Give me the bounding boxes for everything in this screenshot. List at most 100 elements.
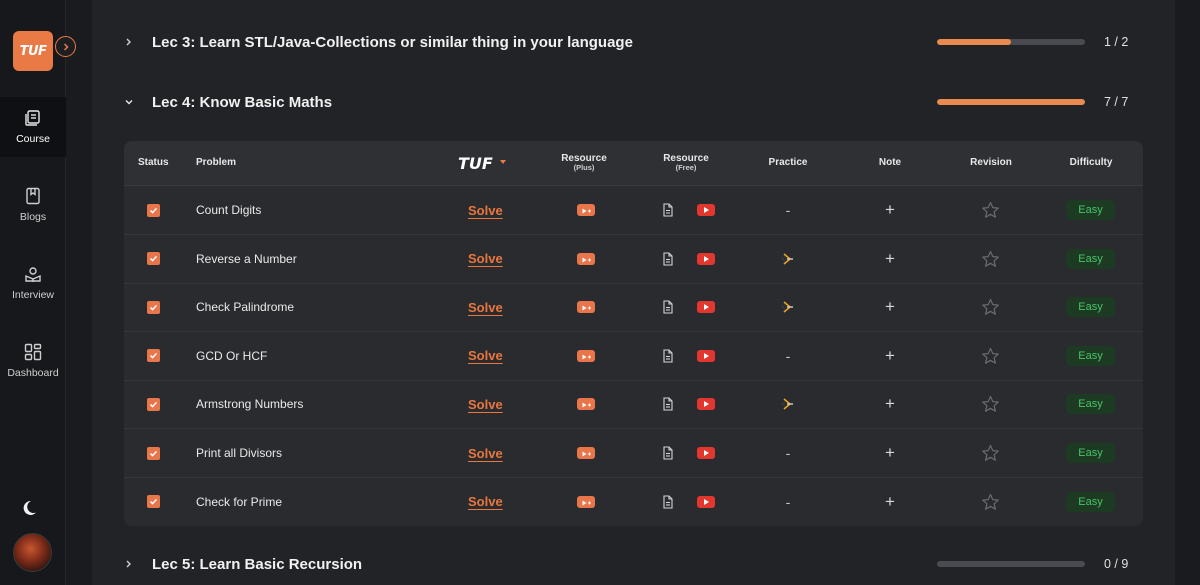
article-icon[interactable] bbox=[662, 300, 674, 314]
article-icon[interactable] bbox=[662, 397, 674, 411]
sidebar-item-label: Course bbox=[16, 133, 50, 145]
star-icon[interactable] bbox=[981, 250, 1000, 268]
sidebar-item-label: Blogs bbox=[19, 211, 47, 223]
status-checkbox[interactable] bbox=[147, 252, 160, 266]
add-note-button[interactable]: + bbox=[885, 443, 895, 463]
codestudio-icon[interactable] bbox=[780, 299, 796, 315]
note-cell: + bbox=[860, 429, 920, 477]
difficulty-badge: Easy bbox=[1066, 443, 1115, 463]
status-checkbox[interactable] bbox=[147, 349, 160, 363]
status-checkbox[interactable] bbox=[147, 397, 160, 411]
difficulty-cell: Easy bbox=[1066, 186, 1115, 234]
sidebar-item-label: Interview bbox=[11, 289, 54, 301]
article-icon[interactable] bbox=[662, 495, 674, 509]
table-header: Status Problem TUF Resource (Plus) Resou… bbox=[124, 141, 1143, 186]
solve-link[interactable]: Solve bbox=[468, 397, 503, 412]
revision-cell bbox=[981, 235, 1000, 283]
youtube-icon[interactable] bbox=[697, 447, 715, 459]
add-note-button[interactable]: + bbox=[885, 394, 895, 414]
problem-name: GCD Or HCF bbox=[196, 348, 268, 363]
moon-icon[interactable] bbox=[22, 498, 42, 518]
solve-link[interactable]: Solve bbox=[468, 348, 503, 363]
sidebar-item-dashboard[interactable]: Dashboard bbox=[0, 331, 66, 391]
practice-cell bbox=[758, 283, 818, 331]
youtube-icon[interactable] bbox=[697, 301, 715, 314]
difficulty-badge: Easy bbox=[1066, 297, 1115, 318]
resource-free-cell bbox=[662, 186, 715, 234]
status-checkbox[interactable] bbox=[147, 203, 160, 217]
progress-bar bbox=[937, 99, 1085, 105]
star-icon[interactable] bbox=[981, 444, 1000, 462]
interview-icon bbox=[25, 267, 41, 282]
lecture-header-5[interactable]: Lec 5: Learn Basic Recursion 0 / 9 bbox=[92, 544, 1175, 584]
header-resource-free-sub: (Free) bbox=[675, 163, 697, 172]
codestudio-icon[interactable] bbox=[780, 251, 796, 267]
difficulty-cell: Easy bbox=[1066, 235, 1115, 283]
resource-plus-video-icon[interactable] bbox=[577, 252, 595, 265]
status-cell bbox=[147, 332, 160, 380]
play-plus-icon bbox=[582, 257, 591, 263]
progress-bar bbox=[937, 561, 1085, 567]
problems-table: Status Problem TUF Resource (Plus) Resou… bbox=[124, 141, 1143, 526]
status-checkbox[interactable] bbox=[147, 495, 160, 509]
star-icon[interactable] bbox=[981, 395, 1000, 413]
solve-cell: Solve bbox=[468, 332, 503, 380]
article-icon[interactable] bbox=[662, 252, 674, 266]
revision-cell bbox=[981, 380, 1000, 428]
youtube-icon[interactable] bbox=[697, 398, 715, 411]
resource-plus-video-icon[interactable] bbox=[577, 204, 595, 216]
user-avatar[interactable] bbox=[13, 533, 52, 572]
lecture-header-4[interactable]: Lec 4: Know Basic Maths 7 / 7 bbox=[92, 82, 1175, 122]
star-icon[interactable] bbox=[981, 347, 1000, 365]
table-row: GCD Or HCF Solve - + Easy bbox=[124, 332, 1143, 381]
sidebar-item-course[interactable]: Course bbox=[0, 97, 66, 157]
solve-cell: Solve bbox=[468, 235, 503, 283]
difficulty-badge: Easy bbox=[1066, 345, 1115, 366]
solve-link[interactable]: Solve bbox=[468, 494, 503, 509]
problem-name: Check Palindrome bbox=[196, 300, 295, 315]
add-note-button[interactable]: + bbox=[885, 297, 895, 317]
sidebar-item-interview[interactable]: Interview bbox=[0, 253, 66, 313]
problem-cell: Count Digits bbox=[196, 186, 261, 234]
play-plus-icon bbox=[582, 500, 591, 506]
star-icon[interactable] bbox=[981, 493, 1000, 511]
add-note-button[interactable]: + bbox=[885, 346, 895, 366]
resource-plus-video-icon[interactable] bbox=[577, 398, 595, 411]
problem-name: Armstrong Numbers bbox=[196, 397, 304, 412]
youtube-icon[interactable] bbox=[697, 204, 715, 216]
status-checkbox[interactable] bbox=[147, 446, 160, 460]
solve-link[interactable]: Solve bbox=[468, 446, 503, 461]
youtube-icon[interactable] bbox=[697, 495, 715, 508]
resource-plus-video-icon[interactable] bbox=[577, 495, 595, 508]
revision-cell bbox=[981, 332, 1000, 380]
youtube-icon[interactable] bbox=[697, 252, 715, 265]
tuf-arrow-icon bbox=[500, 160, 506, 164]
add-note-button[interactable]: + bbox=[885, 492, 895, 512]
sidebar-item-blogs[interactable]: Blogs bbox=[0, 175, 66, 235]
solve-link[interactable]: Solve bbox=[468, 203, 503, 218]
check-icon bbox=[149, 353, 158, 359]
article-icon[interactable] bbox=[662, 203, 674, 217]
course-icon bbox=[25, 110, 40, 126]
lecture-header-3[interactable]: Lec 3: Learn STL/Java-Collections or sim… bbox=[92, 22, 1175, 62]
resource-plus-video-icon[interactable] bbox=[577, 301, 595, 314]
article-icon[interactable] bbox=[662, 446, 674, 460]
star-icon[interactable] bbox=[981, 298, 1000, 316]
resource-plus-video-icon[interactable] bbox=[577, 349, 595, 362]
status-checkbox[interactable] bbox=[147, 300, 160, 314]
revision-cell bbox=[981, 429, 1000, 477]
star-icon[interactable] bbox=[981, 201, 1000, 219]
sidebar-item-label: Dashboard bbox=[7, 367, 59, 379]
difficulty-badge: Easy bbox=[1066, 200, 1115, 220]
tuf-logo[interactable]: TUF bbox=[13, 31, 53, 71]
article-icon[interactable] bbox=[662, 349, 674, 363]
solve-link[interactable]: Solve bbox=[468, 251, 503, 266]
add-note-button[interactable]: + bbox=[885, 249, 895, 269]
practice-cell: - bbox=[758, 186, 818, 234]
youtube-icon[interactable] bbox=[697, 349, 715, 362]
add-note-button[interactable]: + bbox=[885, 200, 895, 220]
resource-plus-video-icon[interactable] bbox=[577, 447, 595, 459]
sidebar-expand-button[interactable] bbox=[55, 36, 76, 57]
solve-link[interactable]: Solve bbox=[468, 300, 503, 315]
codestudio-icon[interactable] bbox=[780, 396, 796, 412]
